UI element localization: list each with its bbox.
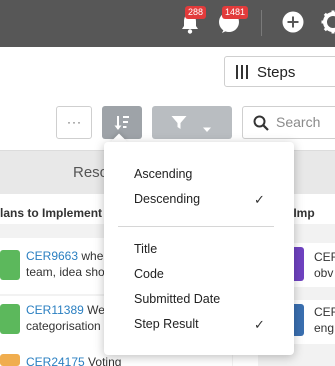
check-icon: ✓ xyxy=(254,192,265,207)
card-code-link[interactable]: CER xyxy=(314,304,335,320)
view-switcher-dropdown[interactable]: Steps xyxy=(224,56,335,87)
sort-field-step-result[interactable]: Step Result xyxy=(134,317,199,331)
card-subtitle: team, idea sho xyxy=(26,265,105,279)
card-title-text: We xyxy=(83,303,105,317)
card-code-link[interactable]: CER11389 xyxy=(26,303,84,317)
idea-card[interactable]: CER eng xyxy=(287,300,335,344)
messages-badge: 1481 xyxy=(222,6,249,19)
menu-divider xyxy=(118,226,274,227)
search-box xyxy=(242,106,335,139)
column-title-result: Reso xyxy=(73,164,109,181)
filter-icon xyxy=(171,115,187,135)
notifications-badge: 288 xyxy=(185,6,207,19)
add-icon[interactable] xyxy=(282,11,304,38)
card-code-link[interactable]: CER9663 xyxy=(26,249,78,263)
view-switcher-label: Steps xyxy=(257,64,296,81)
sort-field-code[interactable]: Code xyxy=(134,267,164,281)
top-navigation-bar: 288 1481 xyxy=(0,0,335,47)
sort-option-ascending[interactable]: Ascending xyxy=(134,167,192,181)
idea-card[interactable]: CER obv xyxy=(287,243,335,287)
sort-menu: Ascending Descending ✓ Title Code Submit… xyxy=(104,142,294,355)
card-title: CER11389 We xyxy=(26,302,105,318)
filter-button[interactable] xyxy=(152,106,232,139)
card-subtitle: eng xyxy=(314,321,335,335)
sort-field-submitted-date[interactable]: Submitted Date xyxy=(134,292,220,306)
ellipsis-icon: ··· xyxy=(67,115,82,129)
card-code-link[interactable]: CER xyxy=(314,249,335,265)
more-options-button[interactable]: ··· xyxy=(56,106,92,139)
card-title-text: wher xyxy=(78,249,108,263)
check-icon: ✓ xyxy=(254,317,265,332)
card-thumbnail xyxy=(0,354,20,366)
sort-icon xyxy=(114,115,130,136)
card-thumbnail xyxy=(0,304,20,334)
card-title: CER9663 wher xyxy=(26,248,107,264)
card-code-link[interactable]: CER24175 xyxy=(26,355,85,366)
sort-field-title[interactable]: Title xyxy=(134,242,157,256)
card-subtitle: obv xyxy=(314,266,334,280)
topbar-divider xyxy=(261,10,262,36)
search-icon xyxy=(253,115,269,136)
sort-option-descending[interactable]: Descending xyxy=(134,192,200,206)
card-subtitle: categorisation xyxy=(26,319,101,333)
columns-icon xyxy=(236,65,248,84)
card-title-text: Voting xyxy=(84,355,122,366)
card-thumbnail xyxy=(0,250,20,280)
gear-icon[interactable] xyxy=(321,10,335,39)
chevron-down-icon xyxy=(202,120,212,138)
sort-button[interactable] xyxy=(102,106,142,139)
search-input[interactable] xyxy=(276,114,335,130)
card-title: CER24175 Voting xyxy=(26,354,121,366)
lane-title-plans-to-implement: lans to Implement xyxy=(0,206,103,220)
